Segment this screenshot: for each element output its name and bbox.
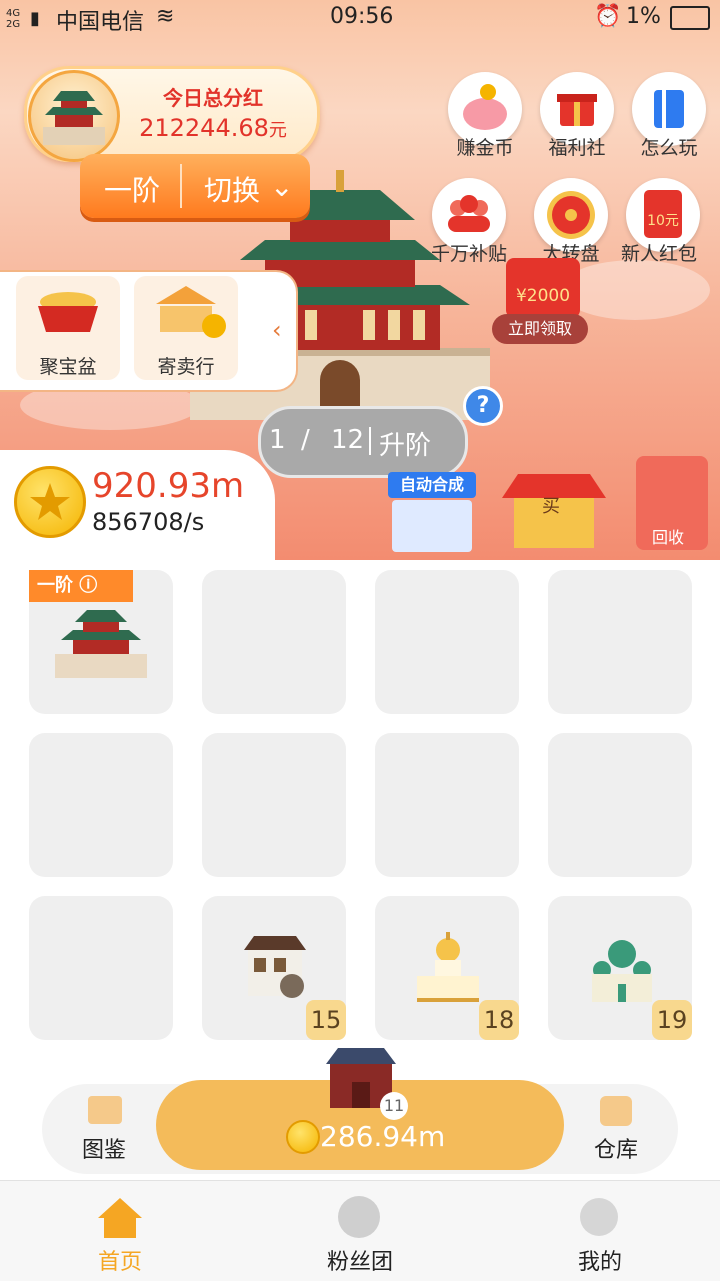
capitol-building-icon (417, 932, 479, 1002)
grid-cell-4[interactable] (548, 570, 692, 714)
chevron-down-icon: ⌄ (270, 170, 294, 203)
tab-mine-label: 我的 (577, 1250, 622, 1275)
battery-icon (670, 6, 710, 30)
dividend-unit: 元 (268, 120, 287, 141)
profile-icon (580, 1198, 618, 1236)
grid-cell-8[interactable] (548, 733, 692, 877)
help-icon[interactable]: ? (463, 386, 503, 426)
grid-cell-3[interactable] (375, 570, 519, 714)
tab-home[interactable]: 首页 (60, 1192, 180, 1276)
bell-tower-icon (43, 91, 105, 145)
tab-fans-label: 粉丝团 (326, 1250, 393, 1275)
consignment-label: 寄卖行 (157, 356, 215, 378)
tab-home-label: 首页 (97, 1250, 142, 1275)
tier-flag-label: 一阶 (37, 575, 73, 596)
coin-icon (14, 466, 86, 538)
warehouse-icon (600, 1096, 632, 1126)
redpacket-amount: ¥2000 (515, 286, 571, 306)
redpacket-icon[interactable]: ¥2000 (506, 258, 580, 318)
tier-flag-badge: 一阶 ⓘ (29, 570, 133, 602)
auto-merge-button[interactable]: 自动合成 (388, 472, 476, 552)
clock: 09:56 (330, 4, 394, 29)
warehouse-button[interactable]: 仓库 (580, 1096, 660, 1166)
grid-cell-6[interactable] (202, 733, 346, 877)
status-bar: 4G 2G ▮ 中国电信 ≋ 09:56 ⏰ 1% (0, 0, 720, 36)
catalog-icon (88, 1096, 122, 1124)
new-user-redpack-label: 新人红包 (620, 243, 697, 265)
alarm-icon: ⏰ (594, 4, 622, 29)
catalog-label: 图鉴 (82, 1138, 127, 1163)
tier-separator (180, 164, 182, 208)
bell-tower-building-icon (55, 610, 147, 678)
level-badge: 15 (306, 1000, 346, 1040)
grid-cell-9[interactable] (29, 896, 173, 1040)
recycle-label: 回收 (652, 528, 685, 547)
tier-avatar (28, 70, 120, 162)
buy-price: 286.94m (320, 1120, 446, 1153)
claim-button[interactable]: 立即领取 (492, 314, 588, 344)
wifi-icon: ≋ (156, 4, 175, 29)
grid-cell-7[interactable] (375, 733, 519, 877)
dividend-title: 今日总分红 (163, 86, 263, 110)
catalog-button[interactable]: 图鉴 (66, 1096, 146, 1166)
level-upgrade-button[interactable]: 1 / 12 升阶 (258, 406, 468, 478)
level-badge: 18 (479, 1000, 519, 1040)
dividend-value: 212244.68 (139, 114, 269, 142)
coin-rate: 856708/s (92, 508, 205, 536)
buy-label: 买 (542, 496, 560, 517)
next-building-level: 11 (380, 1092, 408, 1120)
level-badge: 19 (652, 1000, 692, 1040)
battery-percent: 1% (626, 4, 661, 29)
grid-cell-11[interactable]: 18 (375, 896, 519, 1040)
how-to-play-label: 怎么玩 (640, 137, 698, 159)
shop-building-icon (392, 500, 472, 552)
grid-cell-2[interactable] (202, 570, 346, 714)
redpack-badge: 10元 (647, 213, 679, 229)
buy-shop-button[interactable]: 买 (502, 468, 606, 552)
level-divider (369, 427, 371, 455)
recycle-bin-button[interactable]: 回收 (630, 446, 714, 552)
upgrade-label: 升阶 (379, 431, 432, 461)
fans-icon (338, 1196, 380, 1238)
mosque-building-icon (592, 940, 652, 1002)
level-separator: / (301, 425, 310, 455)
treasure-bowl-label: 聚宝盆 (39, 356, 97, 378)
level-current: 1 (269, 425, 286, 455)
collapse-panel-icon[interactable]: ‹ (272, 316, 282, 344)
dividend-amount: 212244.68元 (118, 114, 308, 142)
tier-switch-button[interactable]: 一阶 切换 ⌄ (80, 154, 310, 218)
warehouse-label: 仓库 (594, 1138, 639, 1163)
auto-merge-label: 自动合成 (388, 472, 476, 498)
tier-label: 一阶 (104, 174, 161, 207)
grid-cell-10[interactable]: 15 (202, 896, 346, 1040)
home-icon (98, 1198, 142, 1238)
grid-cell-5[interactable] (29, 733, 173, 877)
coin-icon-small (286, 1120, 320, 1154)
switch-label: 切换 (204, 174, 261, 207)
tab-mine[interactable]: 我的 (540, 1192, 660, 1276)
level-total: 12 (331, 425, 365, 455)
signal-icon: ▮ (30, 8, 40, 29)
grid-cell-12[interactable]: 19 (548, 896, 692, 1040)
red-envelope-icon: 10元 (644, 190, 682, 238)
network-indicator: 4G 2G (6, 8, 21, 30)
grid-cell-1[interactable]: 一阶 ⓘ (29, 570, 173, 714)
coin-balance: 920.93m (92, 466, 245, 506)
treasure-bowl-icon (38, 292, 98, 332)
bank-building-icon (156, 286, 226, 338)
carrier-name: 中国电信 (56, 10, 145, 35)
tab-fans[interactable]: 粉丝团 (300, 1192, 420, 1276)
house-building-icon (244, 936, 306, 998)
